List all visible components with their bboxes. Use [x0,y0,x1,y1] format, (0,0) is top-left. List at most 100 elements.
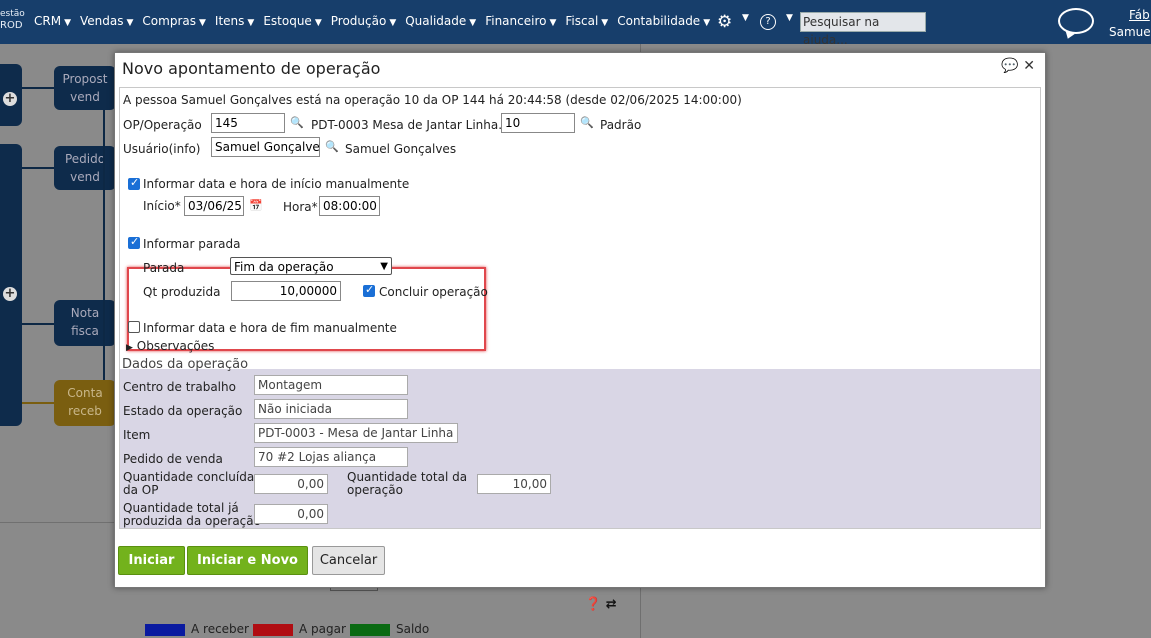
connector [22,87,54,89]
dialog-title: Novo apontamento de operação [122,59,381,78]
brand-line1: estão [0,9,25,19]
qty-label: Qt produzida [143,285,221,299]
menu-item-fiscal[interactable]: Fiscal ▼ [565,14,617,28]
connector [22,323,54,325]
start-new-button[interactable]: Iniciar e Novo [187,546,308,575]
chevron-down-icon: ▼ [703,18,711,28]
refresh-icon[interactable]: ⇄ [606,597,617,612]
chevron-down-icon: ▼ [469,18,477,28]
order-label: Pedido de venda [123,452,223,466]
chevron-down-icon: ▼ [126,18,134,28]
add-icon[interactable]: + [3,287,17,301]
operation-dialog: Novo apontamento de operação 💬 ✕ A pesso… [114,52,1046,588]
menu-item-estoque[interactable]: Estoque ▼ [263,14,330,28]
start-time-input[interactable]: 08:00:00 [319,196,380,216]
caret-right-icon: ▶ [126,343,133,353]
work-center-label: Centro de trabalho [123,380,236,394]
help-refresh-icons[interactable]: ❓ ⇄ [585,597,617,612]
menu-item-qualidade[interactable]: Qualidade ▼ [405,14,485,28]
chevron-down-icon: ▼ [389,18,397,28]
dialog-controls: 💬 ✕ [1001,58,1035,74]
chevron-down-icon: ▼ [64,18,71,28]
user-input[interactable]: Samuel Gonçalves [211,137,320,157]
user-label: Usuário(info) [123,142,201,156]
cancel-button[interactable]: Cancelar [312,546,385,575]
search-icon[interactable]: 🔍 [290,116,304,129]
item-field: PDT-0003 - Mesa de Jantar Linha Ven [254,423,458,443]
qty-total-op-label: Quantidade total da operação [347,470,468,497]
legend-item-pagar: A pagar [253,622,346,636]
op-label: OP/Operação [123,118,202,132]
start-date-label: Início* [143,199,181,213]
chevron-down-icon: ▼ [380,261,388,272]
chevron-down-icon[interactable]: ▼ [742,13,749,23]
menu-item-financeiro[interactable]: Financeiro ▼ [485,14,565,28]
menu-item-vendas[interactable]: Vendas ▼ [80,14,142,28]
qty-input[interactable]: 10,00000 [231,281,341,301]
help-icon[interactable]: ? [760,14,776,30]
menu-item-compras[interactable]: Compras ▼ [142,14,215,28]
connector [22,167,54,169]
end-manual-checkbox[interactable] [128,321,140,333]
operation-description: Padrão [600,118,642,132]
menu-item-itens[interactable]: Itens ▼ [215,14,263,28]
chevron-down-icon: ▼ [601,18,609,28]
start-button[interactable]: Iniciar [118,546,185,575]
legend-swatch [145,623,185,636]
help-circle-icon[interactable]: ❓ [585,597,601,612]
state-label: Estado da operação [123,404,243,418]
brand[interactable]: estão ROD [0,8,25,32]
close-icon[interactable]: ✕ [1023,58,1035,74]
operation-input[interactable]: 10 [501,113,575,133]
stop-select[interactable]: Fim da operação ▼ [230,257,392,275]
workflow-box-contas-receber[interactable]: Conta receb [54,380,116,426]
work-center-field: Montagem [254,375,408,395]
op-description: PDT-0003 Mesa de Jantar Linha... [311,118,510,132]
qty-produced-label: Quantidade total já produzida da operação [123,501,261,528]
start-time-label: Hora* [283,200,318,214]
legend-item-receber: A receber [145,622,249,636]
qty-total-op-field: 10,00 [477,474,551,494]
help-search-input[interactable]: Pesquisar na ajuda... [800,12,926,47]
conclude-checkbox[interactable] [363,283,375,297]
chevron-down-icon: ▼ [199,18,206,28]
qty-produced-field: 0,00 [254,504,328,524]
chevron-down-icon: ▼ [314,18,322,28]
info-text: A pessoa Samuel Gonçalves está na operaç… [123,93,742,107]
chat-icon[interactable] [1058,8,1094,34]
user-name[interactable]: Samuel [1109,25,1151,39]
end-manual-label: Informar data e hora de fim manualmente [143,321,397,335]
legend-swatch [350,623,390,636]
legend-swatch [253,623,293,636]
conclude-label: Concluir operação [379,285,488,299]
menu-item-contabilidade[interactable]: Contabilidade ▼ [617,14,719,28]
state-field: Não iniciada [254,399,408,419]
notes-toggle[interactable]: ▶ Observações [126,339,214,353]
stop-label: Informar parada [143,237,241,251]
workflow-box-proposta[interactable]: Propost vend [54,66,116,110]
calendar-icon[interactable]: 📅 [249,199,263,212]
op-input[interactable]: 145 [211,113,285,133]
search-icon[interactable]: 🔍 [325,140,339,153]
connector [103,110,105,380]
menu-item-producao[interactable]: Produção ▼ [331,14,405,28]
connector [22,402,54,404]
qty-done-label: Quantidade concluída da OP [123,470,255,497]
search-icon[interactable]: 🔍 [580,116,594,129]
add-icon[interactable]: + [3,92,17,106]
menu-item-crm[interactable]: CRM ▼ [34,14,80,28]
qty-done-field: 0,00 [254,474,328,494]
top-nav: estão ROD CRM ▼ Vendas ▼ Compras ▼ Itens ▼ E… [0,0,1151,47]
comment-icon[interactable]: 💬 [1001,58,1018,74]
workflow-box-pedido[interactable]: Pedido vend [54,146,116,190]
brand-line2: ROD [0,20,23,31]
chevron-down-icon[interactable]: ▼ [786,13,793,23]
start-manual-checkbox[interactable] [128,176,140,190]
workflow-box-nota-fiscal[interactable]: Nota fisca [54,300,116,346]
item-label: Item [123,428,151,442]
company-link[interactable]: Fáb [1129,8,1150,22]
start-date-input[interactable]: 03/06/25 [184,196,244,216]
order-field: 70 #2 Lojas aliança [254,447,408,467]
stop-checkbox[interactable] [128,235,140,249]
gear-icon[interactable]: ⚙ [717,12,732,32]
